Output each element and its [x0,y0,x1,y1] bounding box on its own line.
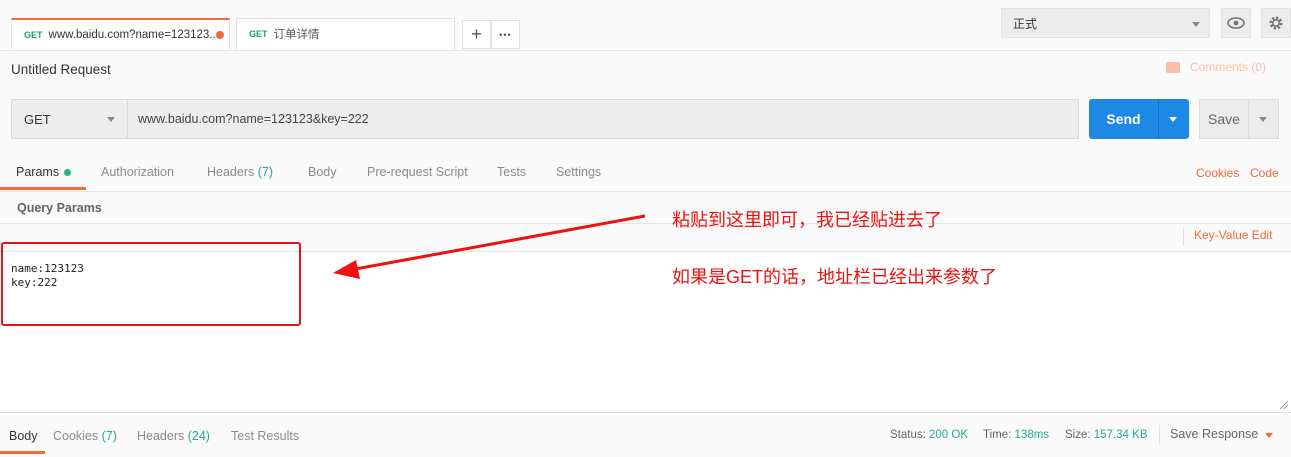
response-tab-test-results[interactable]: Test Results [231,429,299,443]
tab-label: Headers [137,429,185,443]
save-response-label: Save Response [1170,427,1259,441]
size-readout: Size: 157.34 KB [1065,429,1148,441]
divider [1159,425,1160,445]
tab-label: Cookies [53,429,99,443]
response-tab-cookies[interactable]: Cookies (7) [53,429,117,443]
annotation-text-1: 粘贴到这里即可，我已经贴进去了 [672,210,942,230]
time-value: 138ms [1014,429,1050,441]
save-response-button[interactable]: Save Response [1170,427,1258,441]
active-response-tab-indicator [0,451,45,454]
response-bar: Body Cookies (7) Headers (24) Test Resul… [0,412,1291,457]
annotation-text-2: 如果是GET的话，地址栏已经出来参数了 [672,267,998,287]
time-readout: Time: 138ms [983,429,1049,441]
response-tab-headers[interactable]: Headers (24) [137,429,210,443]
tab-label: Test Results [231,429,300,443]
size-label: Size: [1065,429,1091,441]
time-label: Time: [983,429,1012,441]
status-label: Status: [890,429,926,441]
tab-label: Body [9,429,38,443]
chevron-down-icon[interactable] [1265,433,1273,438]
size-value: 157.34 KB [1093,429,1148,441]
status-value: 200 OK [929,429,969,441]
annotation-arrow-icon [333,214,646,279]
tab-count: (24) [187,429,210,443]
status-readout: Status: 200 OK [890,429,968,441]
response-tab-body[interactable]: Body [9,429,38,443]
tab-count: (7) [101,429,117,443]
